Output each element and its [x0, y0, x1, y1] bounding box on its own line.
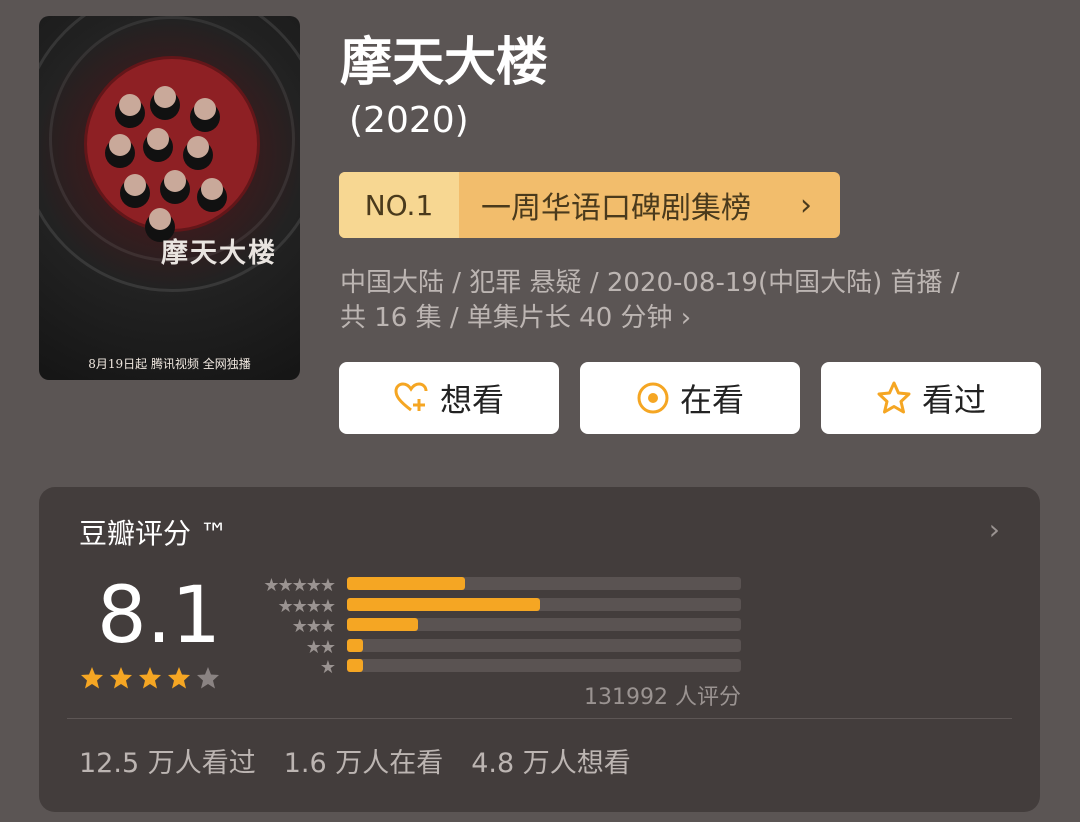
star-icon [110, 667, 132, 689]
rating-stars [79, 666, 221, 690]
chevron-right-icon: › [800, 187, 812, 223]
distribution-stars-icon: ★★ [305, 636, 336, 658]
star-outline-icon [877, 381, 911, 414]
distribution-track [347, 659, 741, 672]
rank-label: 一周华语口碑剧集榜 [481, 191, 751, 226]
chevron-right-icon[interactable]: › [989, 513, 1000, 546]
star-icon [139, 667, 161, 689]
poster-image[interactable]: 摩天大楼 8月19日起 腾讯视频 全网独播 [39, 16, 300, 380]
rating-title: 豆瓣评分 ™ [79, 517, 228, 550]
info-line: 中国大陆 / 犯罪 悬疑 / 2020-08-19(中国大陆) 首播 / [340, 268, 960, 298]
rating-card[interactable]: 豆瓣评分 ™ › 8.1 ★★★★★ ★★★★ ★★★ ★★ ★ 131992 人评分 … [39, 487, 1040, 812]
star-icon [197, 667, 219, 689]
watched-button[interactable]: 看过 [821, 362, 1041, 434]
watching-count[interactable]: 1.6 万人在看 [284, 741, 444, 780]
distribution-row: ★★ [239, 636, 741, 658]
distribution-bar [347, 618, 418, 631]
star-icon [81, 667, 103, 689]
distribution-stars-icon: ★★★★ [277, 595, 336, 617]
rating-count: 131992 人评分 [584, 685, 741, 710]
distribution-row: ★★★★★ [239, 575, 741, 596]
distribution-bar [347, 638, 363, 652]
distribution-row: ★★★★ [239, 595, 741, 617]
poster-caption: 8月19日起 腾讯视频 全网独播 [88, 357, 251, 371]
page-title: 摩天大楼 [340, 33, 549, 93]
poster-title-art: 摩天大楼 [161, 238, 277, 269]
distribution-row: ★★★ [239, 616, 741, 637]
show-info[interactable]: 中国大陆 / 犯罪 悬疑 / 2020-08-19(中国大陆) 首播 / 共 1… [340, 266, 1040, 336]
cast-group [109, 86, 229, 236]
target-icon [637, 382, 669, 414]
watch-stats: 12.5 万人看过 1.6 万人在看 4.8 万人想看 [79, 741, 631, 780]
star-icon [168, 667, 190, 689]
divider [67, 718, 1012, 719]
distribution-track [347, 577, 741, 590]
rating-score: 8.1 [97, 571, 222, 661]
release-year: (2020) [349, 100, 469, 141]
watched-count[interactable]: 12.5 万人看过 [79, 741, 256, 780]
distribution-bar [347, 577, 466, 590]
chevron-right-icon: › [680, 303, 692, 333]
heart-plus-icon [394, 382, 428, 412]
watching-button[interactable]: 在看 [580, 362, 800, 434]
distribution-stars-icon: ★ [319, 657, 336, 678]
distribution-track [347, 618, 741, 631]
distribution-track [347, 638, 741, 652]
distribution-bar [347, 597, 541, 611]
distribution-bar [347, 659, 363, 672]
distribution-track [347, 597, 741, 611]
want-count[interactable]: 4.8 万人想看 [471, 741, 631, 780]
distribution-stars-icon: ★★★ [291, 616, 336, 637]
rank-number: NO.1 [339, 172, 459, 238]
info-line: 共 16 集 / 单集片长 40 分钟 [340, 303, 673, 333]
watching-label: 在看 [679, 381, 744, 419]
want-to-watch-label: 想看 [439, 381, 504, 419]
watched-label: 看过 [921, 381, 986, 419]
distribution-row: ★ [239, 657, 741, 678]
want-to-watch-button[interactable]: 想看 [339, 362, 559, 434]
distribution-stars-icon: ★★★★★ [263, 575, 336, 596]
rank-banner[interactable]: NO.1 一周华语口碑剧集榜 › [339, 172, 840, 238]
